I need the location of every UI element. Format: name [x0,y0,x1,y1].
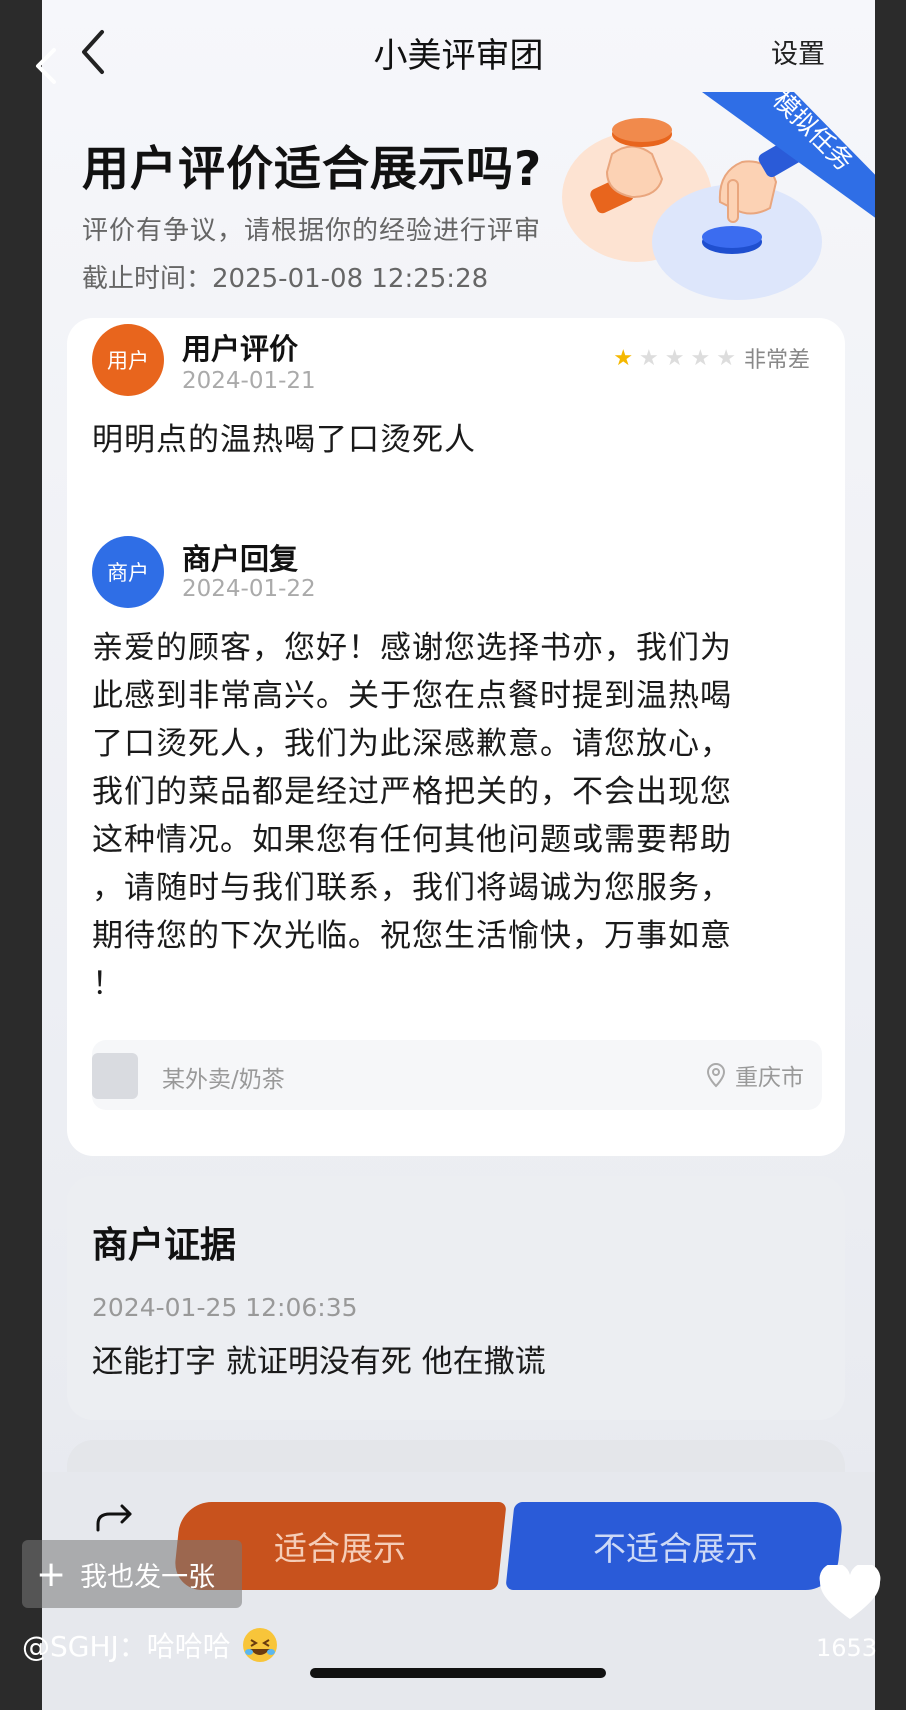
hero-title: 用户评价适合展示吗? [82,142,543,197]
app-screen: 小美评审团 设置 用户评价适合展示吗? 评价有争议，请根据你的经验进行评审 截止… [42,0,875,1710]
share-icon[interactable] [92,1502,136,1536]
user-review-date: 2024-01-21 [182,368,316,394]
reply-line: ！ [92,966,124,1002]
rating-label: 非常差 [743,348,810,373]
reply-line: 了口烫死人，我们为此深感歉意。请您放心， [92,726,732,762]
store-location: 重庆市 [705,1058,804,1092]
evidence-card: 商户证据 2024-01-25 12:06:35 还能打字 就证明没有死 他在撒… [67,1176,845,1420]
star-rating: ★ ★ ★ ★ ★ 非常差 [613,342,810,374]
star-icon: ★ [613,345,634,371]
merchant-reply-label: 商户回复 [182,542,299,576]
star-icon: ★ [716,345,736,371]
plus-icon: + [36,1553,67,1595]
post-one-label: 我也发一张 [80,1561,216,1593]
reply-line: 我们的菜品都是经过严格把关的，不会出现您 [92,774,732,810]
user-comment: 明明点的温热喝了口烫死人 [92,422,476,458]
deadline: 截止时间：2025-01-08 12:25:28 [82,258,488,295]
reply-line: ，请随时与我们联系，我们将竭诚为您服务， [92,870,732,906]
evidence-title: 商户证据 [92,1225,237,1266]
overlay-back-icon[interactable] [30,44,60,88]
deadline-label: 截止时间： [82,264,213,294]
merchant-reply-text: 亲爱的顾客，您好！感谢您选择书亦，我们为 此感到非常高兴。关于您在点餐时提到温热… [92,624,792,1008]
location-pin-icon [706,1062,726,1088]
reply-line: 这种情况。如果您有任何其他问题或需要帮助 [92,822,732,858]
hero-subtitle: 评价有争议，请根据你的经验进行评审 [82,216,542,246]
home-indicator[interactable] [310,1668,606,1678]
suitable-label: 适合展示 [273,1529,406,1568]
user-avatar: 用户 [92,324,164,396]
user-review-label: 用户评价 [182,332,299,366]
unsuitable-label: 不适合展示 [592,1529,758,1568]
laughing-emoji-icon [242,1628,277,1662]
voting-hands-illustration: 模拟任务 [562,92,875,300]
reply-line: 此感到非常高兴。关于您在点餐时提到温热喝 [92,678,732,714]
page-title: 小美评审团 [373,36,544,76]
reply-line: 亲爱的顾客，您好！感谢您选择书亦，我们为 [92,630,732,666]
store-thumbnail-icon [92,1053,138,1099]
evidence-text: 还能打字 就证明没有死 他在撒谎 [92,1344,546,1380]
settings-button[interactable]: 设置 [771,32,825,71]
store-name: 某外卖/奶茶 [162,1067,285,1093]
unsuitable-button[interactable]: 不适合展示 [505,1502,845,1590]
store-city: 重庆市 [735,1065,804,1091]
reply-line: 期待您的下次光临。祝您生活愉快，万事如意 [92,918,732,954]
merchant-avatar: 商户 [92,536,164,608]
review-card: 用户 用户评价 2024-01-21 ★ ★ ★ ★ ★ 非常差 明明点的温热喝… [67,318,845,1156]
merchant-reply-date: 2024-01-22 [182,576,316,602]
post-one-button[interactable]: + 我也发一张 [22,1540,242,1608]
evidence-time: 2024-01-25 12:06:35 [92,1293,358,1322]
danmaku-comment: @SGHJ：哈哈哈 [22,1625,279,1665]
comment-text: @SGHJ：哈哈哈 [22,1630,231,1663]
like-heart-icon[interactable] [818,1565,882,1623]
deadline-value: 2025-01-08 12:25:28 [212,264,489,294]
star-icon: ★ [639,345,659,371]
star-icon: ★ [664,345,685,371]
store-info-bar[interactable]: 某外卖/奶茶 重庆市 [92,1040,822,1110]
like-count: 1653 [816,1634,878,1662]
star-icon: ★ [690,345,711,371]
